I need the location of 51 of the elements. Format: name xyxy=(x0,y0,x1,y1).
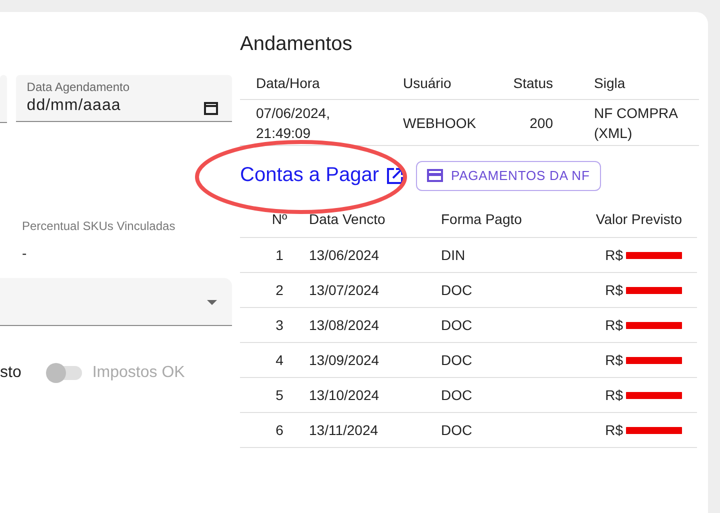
table-cell: 5 xyxy=(240,378,308,412)
table-cell: 3 xyxy=(240,308,308,342)
table-cell: 200 xyxy=(508,100,593,146)
calendar-icon[interactable] xyxy=(204,100,218,115)
switch-label: Impostos OK xyxy=(92,364,185,382)
column-header: Sigla xyxy=(593,67,699,100)
currency-label: R$ xyxy=(605,317,623,333)
currency-label: R$ xyxy=(605,352,623,368)
section-title: Andamentos xyxy=(240,33,354,56)
date-input[interactable]: dd/mm/aaaa xyxy=(26,97,177,115)
field-label: Data Agendamento xyxy=(26,80,131,94)
table-cell: 13/10/2024 xyxy=(308,378,440,412)
currency-label: R$ xyxy=(605,422,623,438)
field-label: Percentual SKUs Vinculadas xyxy=(22,219,176,233)
table-cell: DOC xyxy=(440,272,562,308)
checkbox-label: sto xyxy=(0,364,22,382)
select-field[interactable] xyxy=(0,278,232,326)
column-header: Usuário xyxy=(402,67,508,100)
table-cell: 13/07/2024 xyxy=(308,272,440,308)
table-cell: NF COMPRA (XML) xyxy=(593,100,699,146)
column-header: Nº xyxy=(240,200,308,238)
date-field[interactable]: Data Agendamento dd/mm/aaaa xyxy=(16,75,232,122)
table-cell: 13/09/2024 xyxy=(308,342,440,378)
table-cell: 07/06/2024, 21:49:09 xyxy=(240,100,402,146)
table-cell: 13/08/2024 xyxy=(308,308,440,342)
table-cell: WEBHOOK xyxy=(402,100,508,146)
credit-card-icon xyxy=(426,169,443,182)
column-header: Data/Hora xyxy=(240,67,402,100)
table-cell: DOC xyxy=(440,378,562,412)
table-cell: DOC xyxy=(440,308,562,342)
table-cell: 4 xyxy=(240,342,308,378)
caret-icon xyxy=(207,300,217,305)
column-header: Data Vencto xyxy=(308,200,440,238)
text-field[interactable] xyxy=(0,75,7,123)
table-cell: 6 xyxy=(240,412,308,448)
table-cell: 2 xyxy=(240,272,308,308)
external-link-icon xyxy=(384,166,405,186)
table-cell: 13/11/2024 xyxy=(308,412,440,448)
table-cell: DOC xyxy=(440,342,562,378)
table-cell: DOC xyxy=(440,412,562,448)
table-cell: DIN xyxy=(440,238,562,272)
currency-label: R$ xyxy=(605,247,623,263)
payments-button[interactable]: PAGAMENTOS DA NF xyxy=(416,160,601,190)
column-header: Valor Previsto xyxy=(562,200,697,238)
table-cell: 1 xyxy=(240,238,308,272)
field-value: - xyxy=(22,245,28,261)
table-cell: 13/06/2024 xyxy=(308,238,440,272)
column-header: Forma Pagto xyxy=(440,200,562,238)
currency-label: R$ xyxy=(605,282,623,298)
column-header: Status xyxy=(508,67,593,100)
currency-label: R$ xyxy=(605,387,623,403)
